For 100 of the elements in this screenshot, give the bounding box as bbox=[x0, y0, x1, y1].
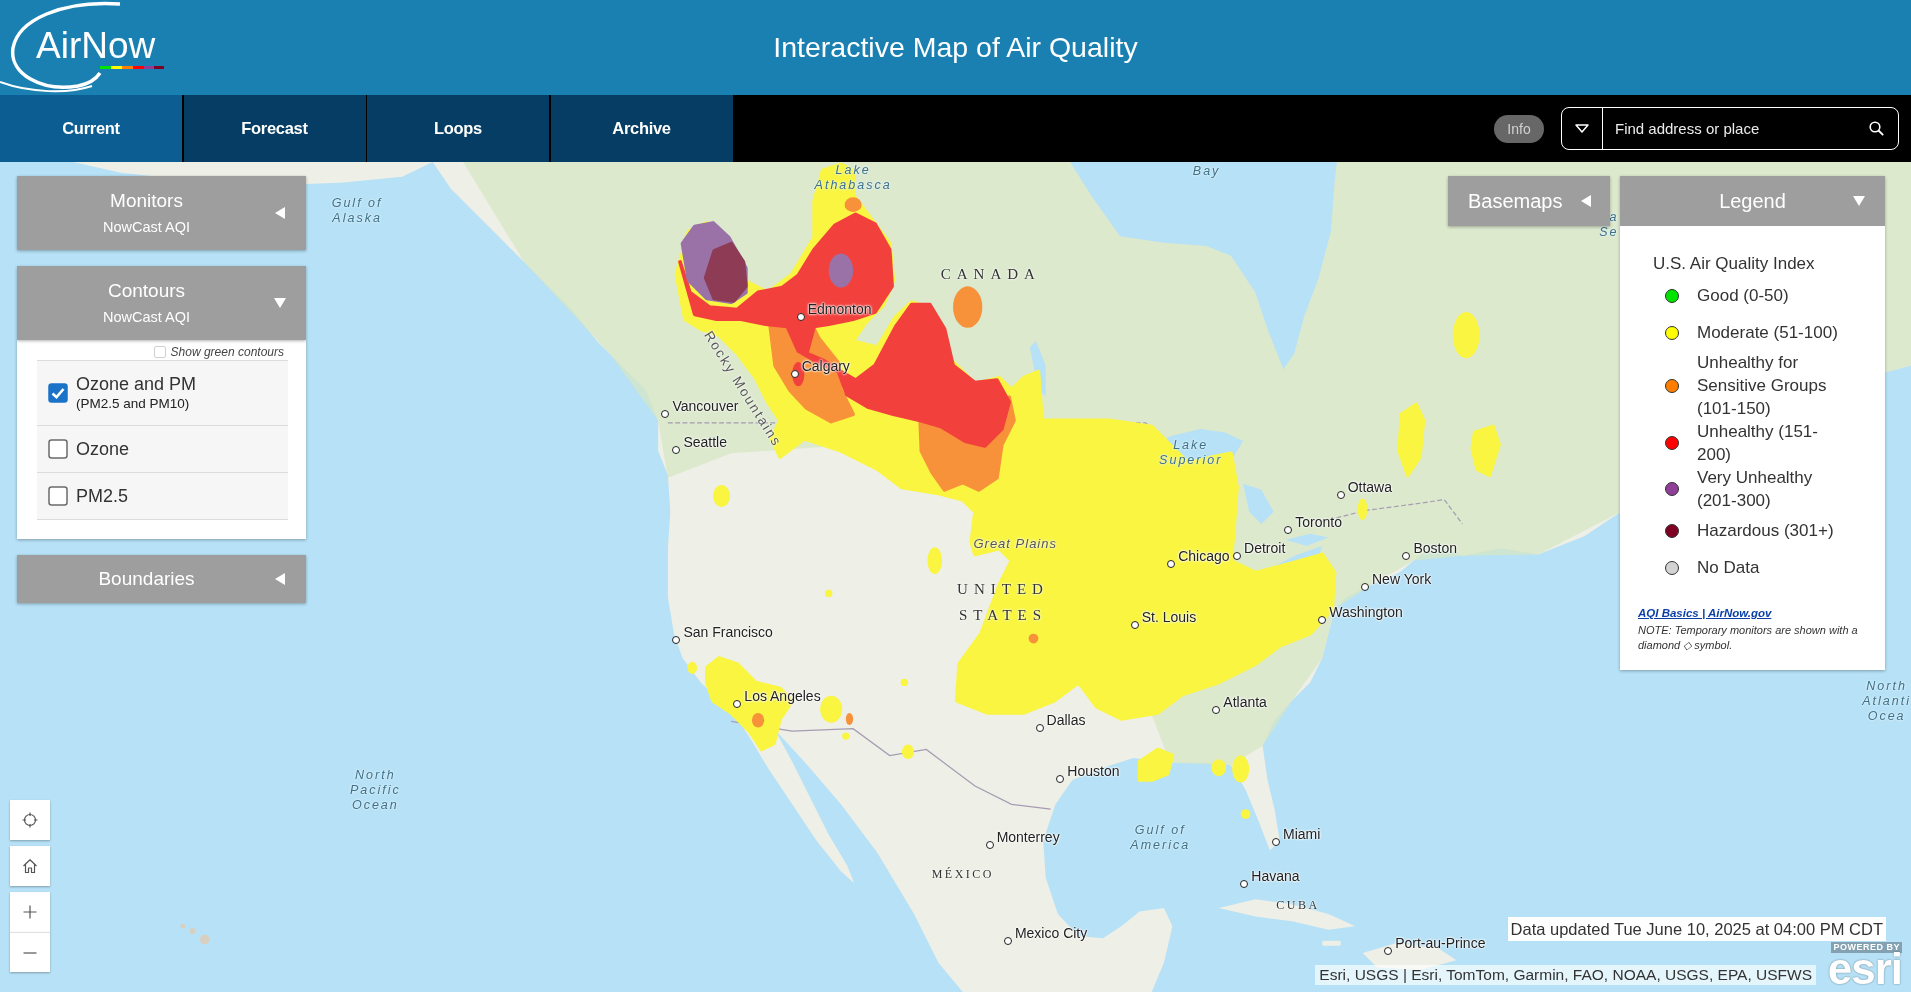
home-button[interactable] bbox=[10, 846, 50, 886]
aqi-contour bbox=[1211, 759, 1227, 777]
legend-title: U.S. Air Quality Index bbox=[1653, 253, 1815, 275]
city-marker-icon bbox=[1167, 560, 1176, 569]
country-label: CUBA bbox=[1276, 897, 1320, 914]
city-marker-icon bbox=[985, 840, 994, 849]
city-marker-icon bbox=[1272, 838, 1281, 847]
water-label: Bay bbox=[1192, 163, 1221, 179]
option-label: PM2.5 bbox=[76, 485, 129, 507]
country-label: MÉXICO bbox=[931, 865, 994, 882]
city-label: Toronto bbox=[1295, 513, 1342, 532]
checkbox[interactable] bbox=[48, 439, 68, 459]
water-label: Lake Superior bbox=[1159, 438, 1223, 469]
city-label: Houston bbox=[1067, 761, 1120, 780]
aqi-contour bbox=[901, 744, 915, 760]
city-marker-icon bbox=[1212, 706, 1221, 715]
aqi-contour bbox=[842, 732, 850, 740]
city-label: Miami bbox=[1283, 825, 1321, 844]
legend-label: Unhealthy (151-200) bbox=[1697, 421, 1819, 466]
city-marker-icon bbox=[1003, 936, 1012, 945]
page-title: Interactive Map of Air Quality bbox=[773, 31, 1138, 64]
city-marker-icon bbox=[1384, 946, 1393, 955]
city-label: Boston bbox=[1413, 538, 1458, 557]
aqi-contour bbox=[1137, 747, 1175, 782]
city-label: Atlanta bbox=[1223, 693, 1267, 712]
city-marker-icon bbox=[1233, 551, 1242, 560]
city-label: Edmonton bbox=[807, 299, 872, 318]
legend-label: Moderate (51-100) bbox=[1697, 322, 1839, 344]
legend-label: Very Unhealthy (201-300) bbox=[1697, 467, 1814, 512]
checkbox[interactable] bbox=[48, 383, 68, 403]
aqi-contour bbox=[1357, 498, 1368, 521]
city-label: Seattle bbox=[683, 432, 727, 451]
option-row[interactable]: PM2.5 bbox=[37, 473, 288, 520]
home-icon bbox=[22, 858, 38, 874]
lake bbox=[1243, 483, 1274, 524]
city-marker-icon bbox=[661, 410, 670, 419]
city-marker-icon bbox=[1402, 551, 1411, 560]
city-label: San Francisco bbox=[683, 622, 773, 641]
city-marker-icon bbox=[1318, 616, 1327, 625]
city-label: St. Louis bbox=[1141, 608, 1197, 627]
caret-down-icon bbox=[1575, 124, 1589, 133]
info-button[interactable]: Info bbox=[1494, 114, 1544, 143]
powered-by-text: POWERED BY bbox=[1831, 942, 1902, 953]
legend-label: Unhealthy for Sensitive Groups (101-150) bbox=[1697, 352, 1828, 420]
city-marker-icon bbox=[1035, 723, 1044, 732]
option-label: Ozone bbox=[76, 438, 130, 460]
city-marker-icon bbox=[1284, 526, 1293, 535]
nav-tab[interactable]: Loops bbox=[367, 95, 549, 162]
aqi-basics-link[interactable]: AQI Basics | AirNow.gov bbox=[1638, 607, 1772, 619]
water-label: North Pacific Ocean bbox=[349, 767, 401, 813]
aqi-contour bbox=[1470, 424, 1501, 478]
minus-icon bbox=[23, 951, 37, 954]
crosshair-icon bbox=[22, 812, 38, 828]
legend-note: NOTE: Temporary monitors are shown with a diamond ◇ symbol. bbox=[1638, 623, 1859, 653]
option-label: Ozone and PM bbox=[76, 373, 197, 395]
city-label: Mexico City bbox=[1014, 923, 1088, 942]
water-label: Gulf of America bbox=[1130, 823, 1191, 854]
city-label: Calgary bbox=[801, 357, 850, 376]
city-marker-icon bbox=[796, 312, 805, 321]
city-marker-icon bbox=[1240, 879, 1249, 888]
city-label: Chicago bbox=[1178, 547, 1230, 566]
city-label: Havana bbox=[1251, 866, 1300, 885]
city-marker-icon bbox=[1336, 490, 1345, 499]
city-label: Port-au-Prince bbox=[1395, 933, 1486, 952]
checkbox-label: Show green contours bbox=[170, 345, 284, 359]
nav-tab[interactable]: Archive bbox=[550, 95, 733, 162]
option-row[interactable]: Ozone and PM (PM2.5 and PM10) bbox=[37, 361, 288, 426]
city-marker-icon bbox=[1361, 583, 1369, 592]
aqi-contour bbox=[1232, 755, 1250, 783]
esri-logo-text: esri bbox=[1827, 953, 1902, 985]
attribution-text: Esri, USGS | Esri, TomTom, Garmin, FAO, NOAA, USGS, EPA, USFWS bbox=[1315, 965, 1816, 985]
locate-button[interactable] bbox=[10, 800, 50, 840]
search-field[interactable]: Find address or place bbox=[1603, 108, 1854, 149]
city-label: Ottawa bbox=[1347, 477, 1392, 496]
plus-icon bbox=[23, 905, 37, 919]
water-label: Gulf of Alaska bbox=[331, 195, 383, 226]
water-label: North Atlanti Ocea bbox=[1862, 678, 1911, 724]
legend-label: Good (0-50) bbox=[1697, 285, 1790, 307]
data-updated-text: Data updated Tue June 10, 2025 at 04:00 PM CDT bbox=[1507, 917, 1886, 941]
city-label: Monterrey bbox=[996, 827, 1060, 846]
city-marker-icon bbox=[672, 635, 681, 644]
logo-text: AirNow bbox=[36, 27, 156, 65]
option-row[interactable]: Ozone bbox=[37, 426, 288, 473]
nav-tab[interactable]: Current bbox=[0, 95, 182, 162]
city-label: Washington bbox=[1329, 603, 1403, 622]
search-icon bbox=[1868, 121, 1884, 136]
city-marker-icon bbox=[672, 445, 681, 454]
city-marker-icon bbox=[1056, 774, 1065, 783]
country-label: CANADA bbox=[940, 265, 1041, 285]
aqi-contour bbox=[1240, 809, 1251, 819]
nav-tab[interactable]: Forecast bbox=[183, 95, 366, 162]
city-label: New York bbox=[1372, 570, 1432, 589]
search-bar[interactable]: Find address or place bbox=[1561, 107, 1899, 150]
city-marker-icon bbox=[733, 700, 742, 709]
island bbox=[1322, 940, 1341, 946]
checkbox[interactable] bbox=[48, 486, 68, 506]
city-label: Dallas bbox=[1046, 710, 1086, 729]
legend-label: No Data bbox=[1697, 557, 1761, 579]
city-marker-icon bbox=[1130, 621, 1139, 630]
aqi-contour bbox=[1452, 311, 1480, 359]
